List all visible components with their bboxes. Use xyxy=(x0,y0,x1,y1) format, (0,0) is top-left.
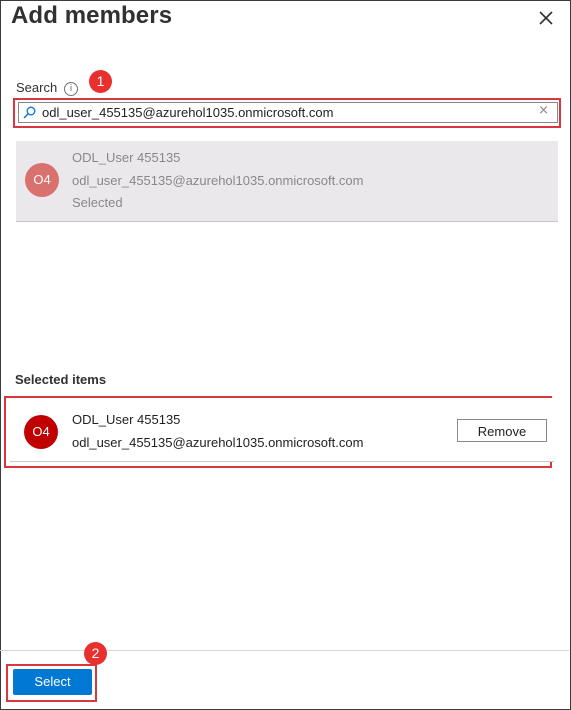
annotation-badge-1: 1 xyxy=(89,70,112,93)
search-label: Search xyxy=(16,80,58,95)
select-button[interactable]: Select xyxy=(13,669,92,695)
search-value[interactable]: odl_user_455135@azurehol1035.onmicrosoft… xyxy=(42,105,333,120)
avatar: O4 xyxy=(24,415,58,449)
info-icon[interactable]: i xyxy=(64,82,78,96)
close-icon[interactable] xyxy=(535,7,557,29)
search-result-item[interactable]: O4 ODL_User 455135 odl_user_455135@azure… xyxy=(16,141,558,222)
remove-button[interactable]: Remove xyxy=(457,419,547,442)
result-name: ODL_User 455135 xyxy=(72,150,181,165)
annotation-badge-2: 2 xyxy=(84,642,107,665)
dialog-title: Add members xyxy=(11,2,173,29)
avatar: O4 xyxy=(25,163,59,197)
search-input[interactable]: odl_user_455135@azurehol1035.onmicrosoft… xyxy=(18,102,558,123)
selected-item-email: odl_user_455135@azurehol1035.onmicrosoft… xyxy=(72,435,364,450)
clear-search-icon[interactable]: × xyxy=(538,103,549,118)
search-icon xyxy=(23,106,36,119)
selected-item-row: O4 ODL_User 455135 odl_user_455135@azure… xyxy=(10,398,554,462)
result-email: odl_user_455135@azurehol1035.onmicrosoft… xyxy=(72,173,364,188)
result-status: Selected xyxy=(72,195,123,210)
selected-items-heading: Selected items xyxy=(15,372,107,387)
selected-item-name: ODL_User 455135 xyxy=(72,412,181,427)
